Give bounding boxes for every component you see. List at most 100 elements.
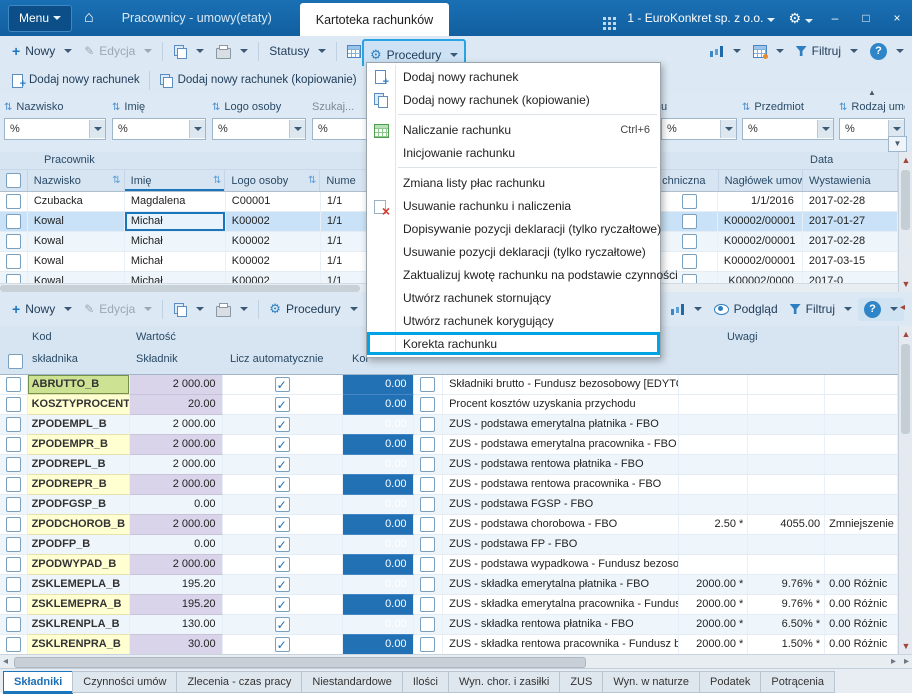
cell-korekta[interactable]: 0.00 — [342, 595, 414, 615]
menu-item[interactable]: Zaktualizuj kwotę rachunku na podstawie … — [367, 263, 678, 286]
combo-dropdown[interactable] — [720, 120, 736, 138]
menu-item[interactable]: Usuwanie pozycji deklaracji (tylko rycza… — [367, 240, 660, 263]
window-tab[interactable]: Kartoteka rachunków — [299, 3, 450, 36]
cell-procent[interactable] — [748, 555, 826, 575]
cell-uwagi[interactable]: 0.00 Różnic — [825, 635, 898, 654]
menu-item[interactable]: Dopisywanie pozycji deklaracji (tylko ry… — [367, 217, 661, 240]
cell-kod-skladnika[interactable]: KOSZTYPROCENT_B — [27, 395, 130, 415]
filter-input-nazwisko[interactable]: % — [4, 118, 106, 140]
cell-uwagi[interactable] — [825, 455, 898, 475]
col-header-licz-automatycznie[interactable]: Licz automatycznie — [230, 353, 324, 365]
table-row[interactable]: ZSKLRENPRA_B 30.00 0.00 ZUS - składka re… — [0, 635, 898, 654]
col-header-naglowek[interactable]: Nagłówek umowy — [719, 170, 804, 191]
filter-input-imie[interactable]: % — [112, 118, 206, 140]
cell-podstawa[interactable] — [679, 375, 749, 395]
licz-checkbox[interactable] — [274, 576, 290, 594]
combo-dropdown[interactable] — [89, 120, 105, 138]
cell-opis[interactable]: Procent kosztów uzyskania przychodu — [443, 395, 680, 415]
cell-kod-skladnika[interactable]: ZPODREPL_B — [27, 455, 130, 475]
cell-uwagi[interactable] — [825, 375, 898, 395]
cell-wartosc[interactable]: 130.00 — [129, 615, 223, 635]
cell-podstawa[interactable]: 2.50 * — [679, 515, 749, 535]
cell-data-wystawienia[interactable]: 2017-0 — [803, 272, 898, 283]
row-checkbox[interactable] — [5, 597, 21, 612]
cell-naglowek[interactable]: K00002/00001 — [718, 212, 803, 231]
cell-procent[interactable] — [748, 415, 826, 435]
flag-checkbox[interactable] — [420, 417, 436, 432]
licz-checkbox[interactable] — [274, 416, 290, 434]
cell-korekta[interactable]: 0.00 — [342, 535, 414, 555]
row-checkbox[interactable] — [5, 457, 21, 472]
table-row[interactable]: ZPODEMPR_B 2 000.00 0.00 ZUS - podstawa … — [0, 435, 898, 455]
flag-checkbox[interactable] — [420, 617, 436, 632]
scrollbar-thumb[interactable] — [14, 657, 586, 668]
row-checkbox[interactable] — [5, 254, 21, 269]
cell-logo[interactable]: C00001 — [226, 192, 321, 211]
cell-wartosc[interactable]: 2 000.00 — [129, 555, 223, 575]
menu-item[interactable]: Inicjowanie rachunku — [367, 141, 660, 164]
help-button[interactable]: ? — [864, 40, 910, 63]
scroll-right-icon[interactable]: ▸ — [891, 656, 896, 667]
cell-data-wystawienia[interactable]: 2017-03-15 — [803, 252, 898, 271]
cell-procent[interactable] — [748, 455, 826, 475]
cell-procent[interactable] — [748, 375, 826, 395]
statuses-button[interactable]: Statusy — [263, 41, 332, 61]
menu-item[interactable]: Utwórz rachunek korygujący — [367, 309, 660, 332]
cell-procent[interactable] — [748, 435, 826, 455]
licz-checkbox[interactable] — [274, 376, 290, 394]
scrollbar-thumb[interactable] — [0, 285, 360, 292]
cell-nazwisko[interactable]: Kowal — [28, 232, 125, 251]
scrollbar-thumb[interactable] — [901, 170, 910, 230]
cell-podstawa[interactable] — [679, 475, 749, 495]
menu-item[interactable] — [367, 164, 660, 171]
cell-nazwisko[interactable]: Kowal — [28, 272, 125, 283]
cell-kod-skladnika[interactable]: ZPODEMPR_B — [27, 435, 130, 455]
cell-kod-skladnika[interactable]: ZPODEMPL_B — [27, 415, 130, 435]
techniczna-checkbox[interactable] — [681, 234, 697, 249]
filter-header[interactable]: ⇅ Logo osoby — [212, 98, 306, 116]
company-selector[interactable]: 1 - EuroKonkret sp. z o.o. — [627, 11, 776, 25]
cell-nazwisko[interactable]: Kowal — [28, 252, 125, 271]
filter-button[interactable]: Filtruj — [790, 41, 864, 61]
scroll-left-icon[interactable]: ◂ — [3, 656, 8, 667]
cell-uwagi[interactable] — [825, 555, 898, 575]
cell-uwagi[interactable]: 0.00 Różnic — [825, 595, 898, 615]
cell-uwagi[interactable] — [825, 435, 898, 455]
licz-checkbox[interactable] — [274, 596, 290, 614]
cell-naglowek[interactable]: K00002/00001 — [718, 232, 803, 251]
flag-checkbox[interactable] — [420, 577, 436, 592]
bottom-tab[interactable]: ZUS — [559, 671, 604, 693]
row-checkbox[interactable] — [5, 397, 21, 412]
cell-opis[interactable]: ZUS - podstawa rentowa płatnika - FBO — [443, 455, 680, 475]
col-header-logo[interactable]: Logo osoby ⇅ — [225, 170, 321, 191]
cell-opis[interactable]: ZUS - składka rentowa pracownika - Fundu… — [443, 635, 680, 654]
combo-dropdown[interactable] — [817, 120, 833, 138]
menu-item[interactable]: Utwórz rachunek stornujący — [367, 286, 660, 309]
col-header-kod-line2[interactable]: składnika — [32, 353, 78, 365]
cell-kod-skladnika[interactable]: ZPODFP_B — [27, 535, 130, 555]
cell-naglowek[interactable]: K00002/0000 — [718, 272, 803, 283]
panel-scroll-icon[interactable]: ▸ — [904, 656, 909, 667]
select-all-checkbox[interactable] — [5, 173, 21, 188]
row-checkbox[interactable] — [5, 637, 21, 652]
cell-podstawa[interactable] — [679, 395, 749, 415]
flag-checkbox[interactable] — [420, 437, 436, 452]
licz-checkbox[interactable] — [274, 456, 290, 474]
cell-opis[interactable]: ZUS - składka emerytalna płatnika - FBO — [443, 575, 680, 595]
edit-button[interactable]: ✎ Edycja — [78, 41, 158, 61]
row-checkbox[interactable] — [5, 617, 21, 632]
view-button[interactable] — [747, 42, 790, 61]
techniczna-checkbox[interactable] — [681, 254, 697, 269]
table-row[interactable]: ZPODREPL_B 2 000.00 0.00 ZUS - podstawa … — [0, 455, 898, 475]
cell-logo[interactable]: K00002 — [226, 212, 321, 231]
filter-header[interactable]: ⇅ Przedmiot — [742, 98, 834, 116]
row-checkbox[interactable] — [5, 437, 21, 452]
cell-procent[interactable] — [748, 535, 826, 555]
cell-korekta[interactable]: 0.00 — [342, 575, 414, 595]
licz-checkbox[interactable] — [274, 536, 290, 554]
table-row[interactable]: ZPODREPR_B 2 000.00 0.00 ZUS - podstawa … — [0, 475, 898, 495]
cell-podstawa[interactable] — [679, 495, 749, 515]
cell-wartosc[interactable]: 195.20 — [129, 575, 223, 595]
row-checkbox[interactable] — [5, 517, 21, 532]
cell-opis[interactable]: ZUS - składka emerytalna pracownika - Fu… — [443, 595, 680, 615]
